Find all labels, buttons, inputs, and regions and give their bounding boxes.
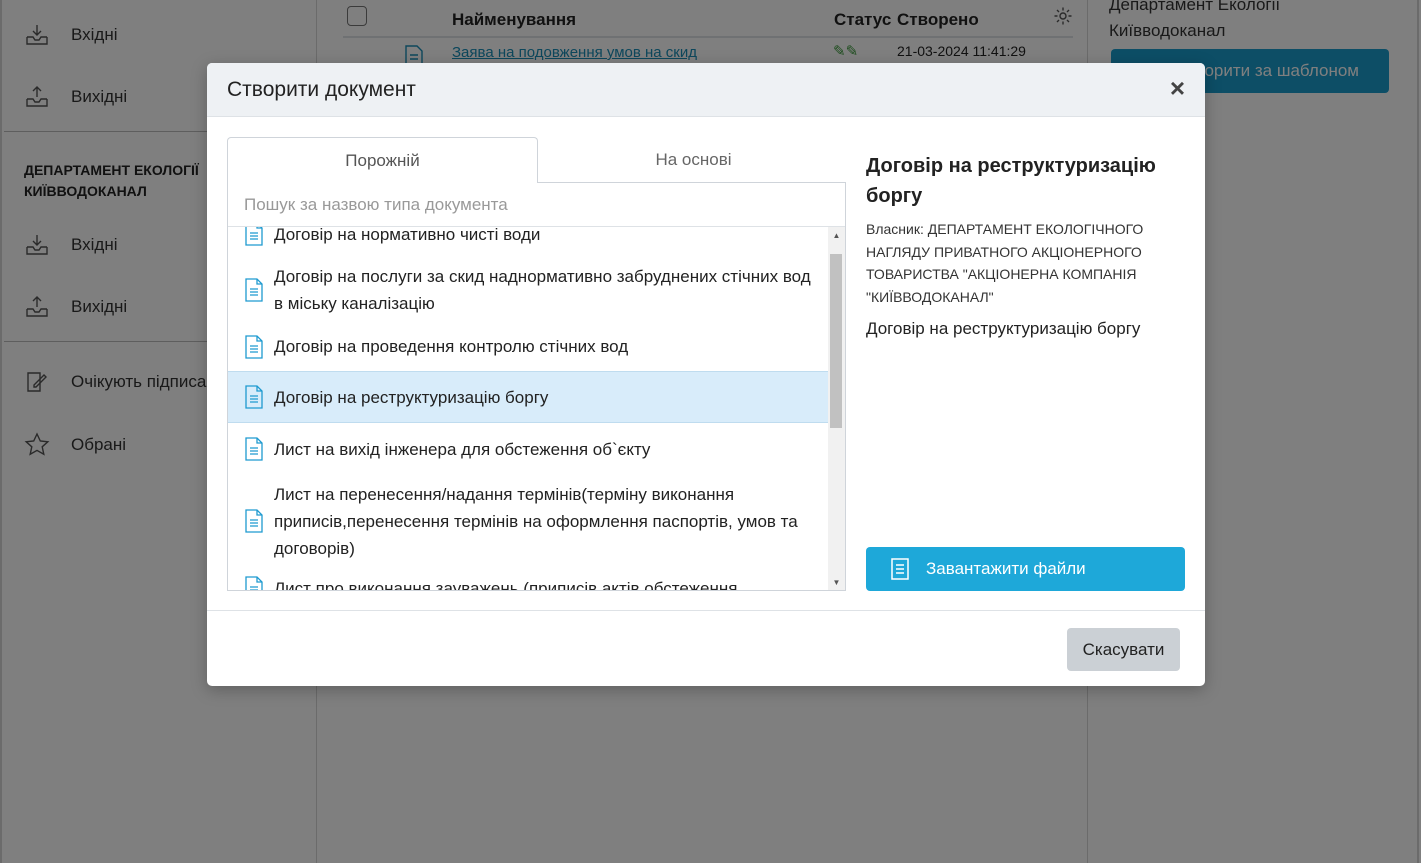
list-scrollbar[interactable]: ▲ ▼: [828, 227, 845, 590]
detail-title: Договір на реструктуризацію боргу: [866, 155, 1156, 207]
list-item-selected[interactable]: Договір на реструктуризацію боргу: [228, 371, 828, 423]
document-icon: [245, 437, 263, 461]
document-icon: [245, 385, 263, 409]
file-icon: [891, 558, 909, 580]
document-type-picker: Пошук за назвою типа документа Договір н…: [227, 182, 846, 591]
document-icon: [245, 227, 263, 246]
upload-files-button[interactable]: Завантажити файли: [866, 547, 1185, 591]
close-icon[interactable]: ×: [1170, 75, 1185, 101]
scrollbar-thumb[interactable]: [830, 254, 842, 428]
detail-description: Договір на реструктуризацію боргу: [866, 319, 1141, 338]
list-item[interactable]: Договір на проведення контролю стічних в…: [228, 324, 828, 369]
create-document-modal: Створити документ × Порожній На основі П…: [207, 63, 1205, 686]
list-item[interactable]: Лист на перенесення/надання термінів(тер…: [228, 476, 828, 566]
modal-header: Створити документ ×: [207, 63, 1205, 117]
scroll-up-icon[interactable]: ▲: [828, 227, 845, 244]
document-icon: [245, 334, 263, 359]
document-icon: [245, 576, 263, 590]
list-item[interactable]: Договір на послуги за скид наднормативно…: [228, 257, 828, 323]
list-item[interactable]: Лист про виконання зауважень (приписів а…: [228, 567, 828, 590]
document-icon: [245, 278, 263, 302]
cancel-button[interactable]: Скасувати: [1067, 628, 1180, 671]
document-type-list: Договір на нормативно чисті води Договір…: [228, 227, 828, 590]
tab-empty[interactable]: Порожній: [227, 137, 538, 183]
detail-owner: Власник: ДЕПАРТАМЕНТ ЕКОЛОГІЧНОГО НАГЛЯД…: [866, 221, 1144, 305]
list-item[interactable]: Лист на вихід інженера для обстеження об…: [228, 424, 828, 474]
tab-based-on[interactable]: На основі: [538, 137, 849, 183]
search-input[interactable]: Пошук за назвою типа документа: [228, 183, 845, 227]
modal-title: Створити документ: [227, 78, 416, 101]
scroll-down-icon[interactable]: ▼: [828, 574, 845, 590]
document-source-tabs: Порожній На основі: [227, 137, 846, 183]
modal-footer: Скасувати: [207, 610, 1205, 686]
document-icon: [245, 509, 263, 533]
list-item[interactable]: Договір на нормативно чисті води: [228, 227, 828, 249]
